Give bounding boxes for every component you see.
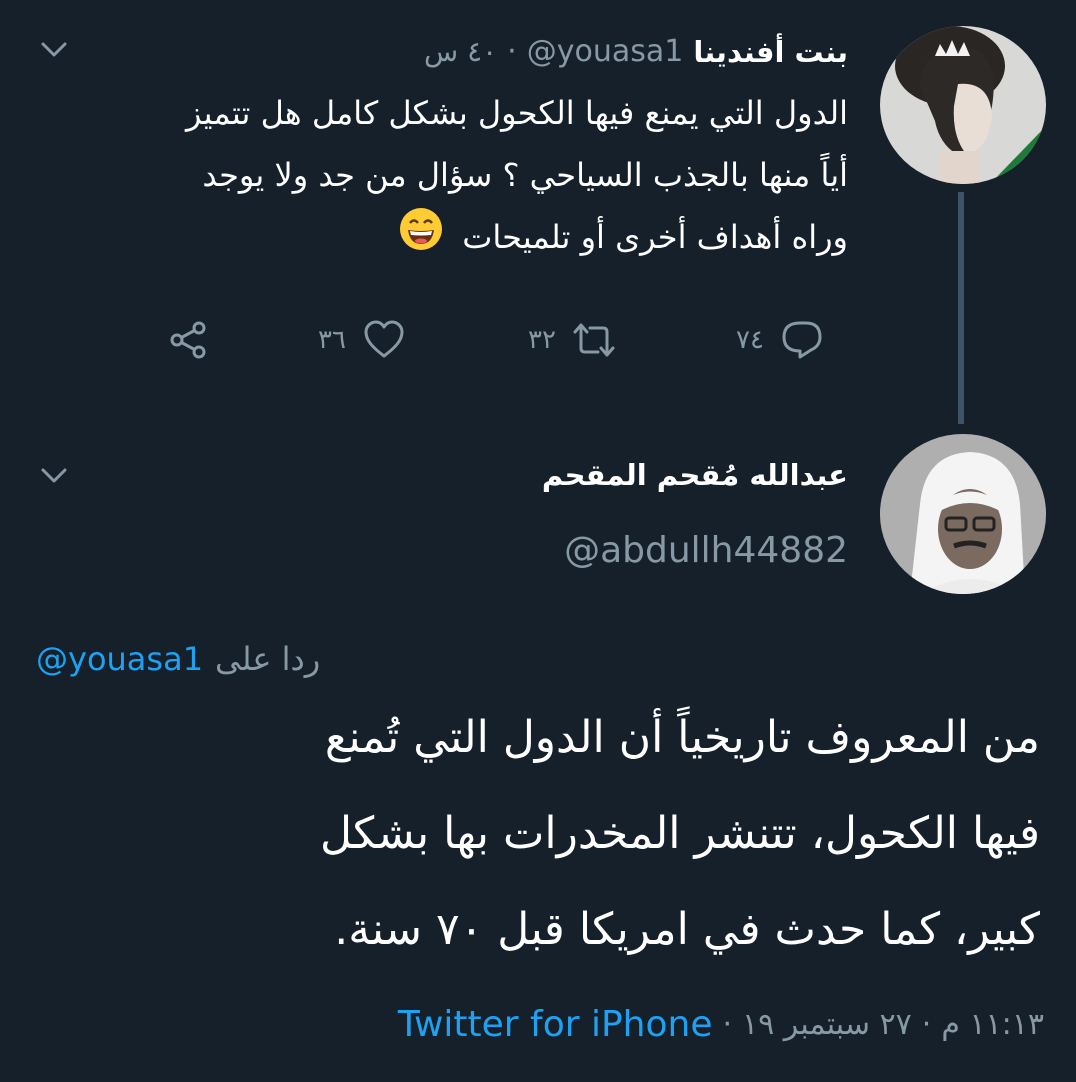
like-count: ٣٦: [318, 325, 346, 355]
reply-icon: [782, 321, 822, 359]
tweet-source[interactable]: Twitter for iPhone: [398, 1004, 713, 1045]
thread-line: [958, 192, 964, 424]
parent-display-name[interactable]: بنت أفندينا: [693, 35, 848, 69]
retweet-count: ٣٢: [528, 325, 556, 355]
meta-separator: ·: [921, 1007, 932, 1042]
reply-button[interactable]: ٧٤: [736, 318, 824, 362]
reply-context: @youasa1 ردا على: [36, 640, 320, 678]
like-button[interactable]: ٣٦: [318, 318, 406, 362]
parent-time[interactable]: ٤٠ س: [424, 35, 497, 68]
parent-text-line-last: وراه أهداف أخرى أو تلميحات: [48, 206, 848, 272]
meta-separator: ·: [722, 1007, 733, 1042]
tweet-time: ١١:١٣ م: [941, 1007, 1044, 1042]
parent-text-line: الدول التي يمنع فيها الكحول بشكل كامل هل…: [186, 94, 848, 132]
chevron-down-icon[interactable]: [40, 40, 68, 64]
main-handle[interactable]: @abdullh44882: [564, 530, 848, 571]
main-text-line: من المعروف تاريخياً أن الدول التي تُمنع: [324, 712, 1040, 763]
grinning-emoji: [398, 206, 444, 272]
retweet-button[interactable]: ٣٢: [528, 318, 616, 362]
tweet-date: ٢٧ سبتمبر ١٩: [742, 1007, 912, 1042]
main-tweet-text: من المعروف تاريخياً أن الدول التي تُمنع …: [40, 690, 1040, 978]
tweet-meta: Twitter for iPhone · ٢٧ سبتمبر ١٩ · ١١:١…: [398, 1004, 1044, 1045]
reply-prefix: ردا على: [215, 640, 321, 678]
retweet-icon: [573, 323, 615, 357]
parent-tweet-text: الدول التي يمنع فيها الكحول بشكل كامل هل…: [48, 82, 848, 272]
parent-text-line: أياً منها بالجذب السياحي ؟ سؤال من جد ول…: [202, 156, 848, 194]
parent-text-line: وراه أهداف أخرى أو تلميحات: [462, 218, 848, 256]
main-avatar[interactable]: [880, 434, 1046, 594]
chevron-down-icon[interactable]: [40, 466, 68, 490]
parent-header: بنت أفندينا @youasa1 · ٤٠ س: [424, 34, 848, 69]
like-icon: [364, 320, 404, 358]
main-text-line: كبير، كما حدث في امريكا قبل ٧٠ سنة.: [334, 904, 1040, 955]
time-separator: ·: [507, 34, 517, 69]
main-text-line: فيها الكحول، تتنشر المخدرات بها بشكل: [319, 808, 1040, 859]
svg-text:~: ~: [1020, 168, 1028, 179]
share-button[interactable]: [166, 318, 210, 362]
parent-avatar[interactable]: ~: [880, 26, 1046, 184]
parent-handle[interactable]: @youasa1: [527, 34, 684, 69]
share-icon: [170, 321, 206, 359]
reply-count: ٧٤: [736, 325, 764, 355]
main-display-name[interactable]: عبدالله مُقحم المقحم: [542, 458, 848, 492]
reply-to-handle[interactable]: @youasa1: [36, 640, 203, 678]
